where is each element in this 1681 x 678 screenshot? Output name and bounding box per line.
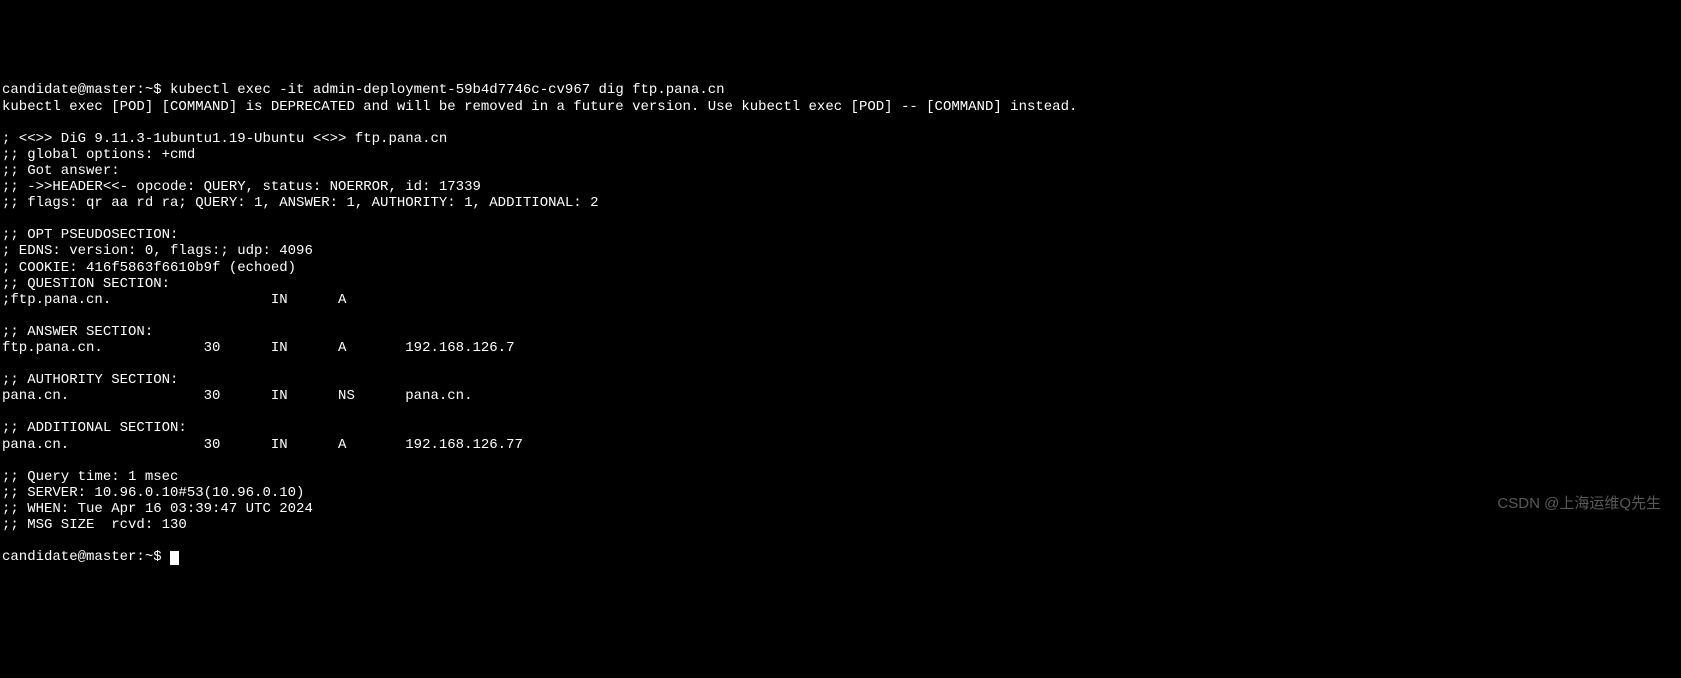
additional-row: pana.cn. 30 IN A 192.168.126.77 (2, 437, 523, 453)
dig-flags-line: ;; flags: qr aa rd ra; QUERY: 1, ANSWER:… (2, 195, 599, 211)
prompt-user-host: candidate@master (2, 549, 136, 565)
dig-header-line: ;; ->>HEADER<<- opcode: QUERY, status: N… (2, 179, 481, 195)
deprecation-warning: kubectl exec [POD] [COMMAND] is DEPRECAT… (2, 99, 1077, 115)
opt-pseudosection-header: ;; OPT PSEUDOSECTION: (2, 227, 178, 243)
cursor-icon (170, 551, 179, 565)
dig-version-header: ; <<>> DiG 9.11.3-1ubuntu1.19-Ubuntu <<>… (2, 131, 447, 147)
msg-size: ;; MSG SIZE rcvd: 130 (2, 517, 187, 533)
prompt-path: ~ (145, 549, 153, 565)
authority-section-header: ;; AUTHORITY SECTION: (2, 372, 178, 388)
question-section-header: ;; QUESTION SECTION: (2, 276, 170, 292)
prompt-path: ~ (145, 82, 153, 98)
query-time: ;; Query time: 1 msec (2, 469, 178, 485)
question-row: ;ftp.pana.cn. IN A (2, 292, 346, 308)
watermark-text: CSDN @上海运维Q先生 (1497, 495, 1661, 512)
command-text: kubectl exec -it admin-deployment-59b4d7… (170, 82, 725, 98)
prompt-symbol: $ (153, 82, 161, 98)
cookie-line: ; COOKIE: 416f5863f6610b9f (echoed) (2, 260, 296, 276)
terminal-output[interactable]: candidate@master:~$ kubectl exec -it adm… (2, 66, 1679, 565)
authority-row: pana.cn. 30 IN NS pana.cn. (2, 388, 472, 404)
answer-section-header: ;; ANSWER SECTION: (2, 324, 153, 340)
prompt-line-2[interactable]: candidate@master:~$ (2, 549, 179, 565)
prompt-line-1: candidate@master:~$ kubectl exec -it adm… (2, 82, 725, 98)
prompt-symbol: $ (153, 549, 161, 565)
additional-section-header: ;; ADDITIONAL SECTION: (2, 420, 187, 436)
answer-row: ftp.pana.cn. 30 IN A 192.168.126.7 (2, 340, 514, 356)
dig-global-options: ;; global options: +cmd (2, 147, 195, 163)
prompt-user-host: candidate@master (2, 82, 136, 98)
when-line: ;; WHEN: Tue Apr 16 03:39:47 UTC 2024 (2, 501, 313, 517)
dig-got-answer: ;; Got answer: (2, 163, 120, 179)
edns-line: ; EDNS: version: 0, flags:; udp: 4096 (2, 243, 313, 259)
server-line: ;; SERVER: 10.96.0.10#53(10.96.0.10) (2, 485, 304, 501)
